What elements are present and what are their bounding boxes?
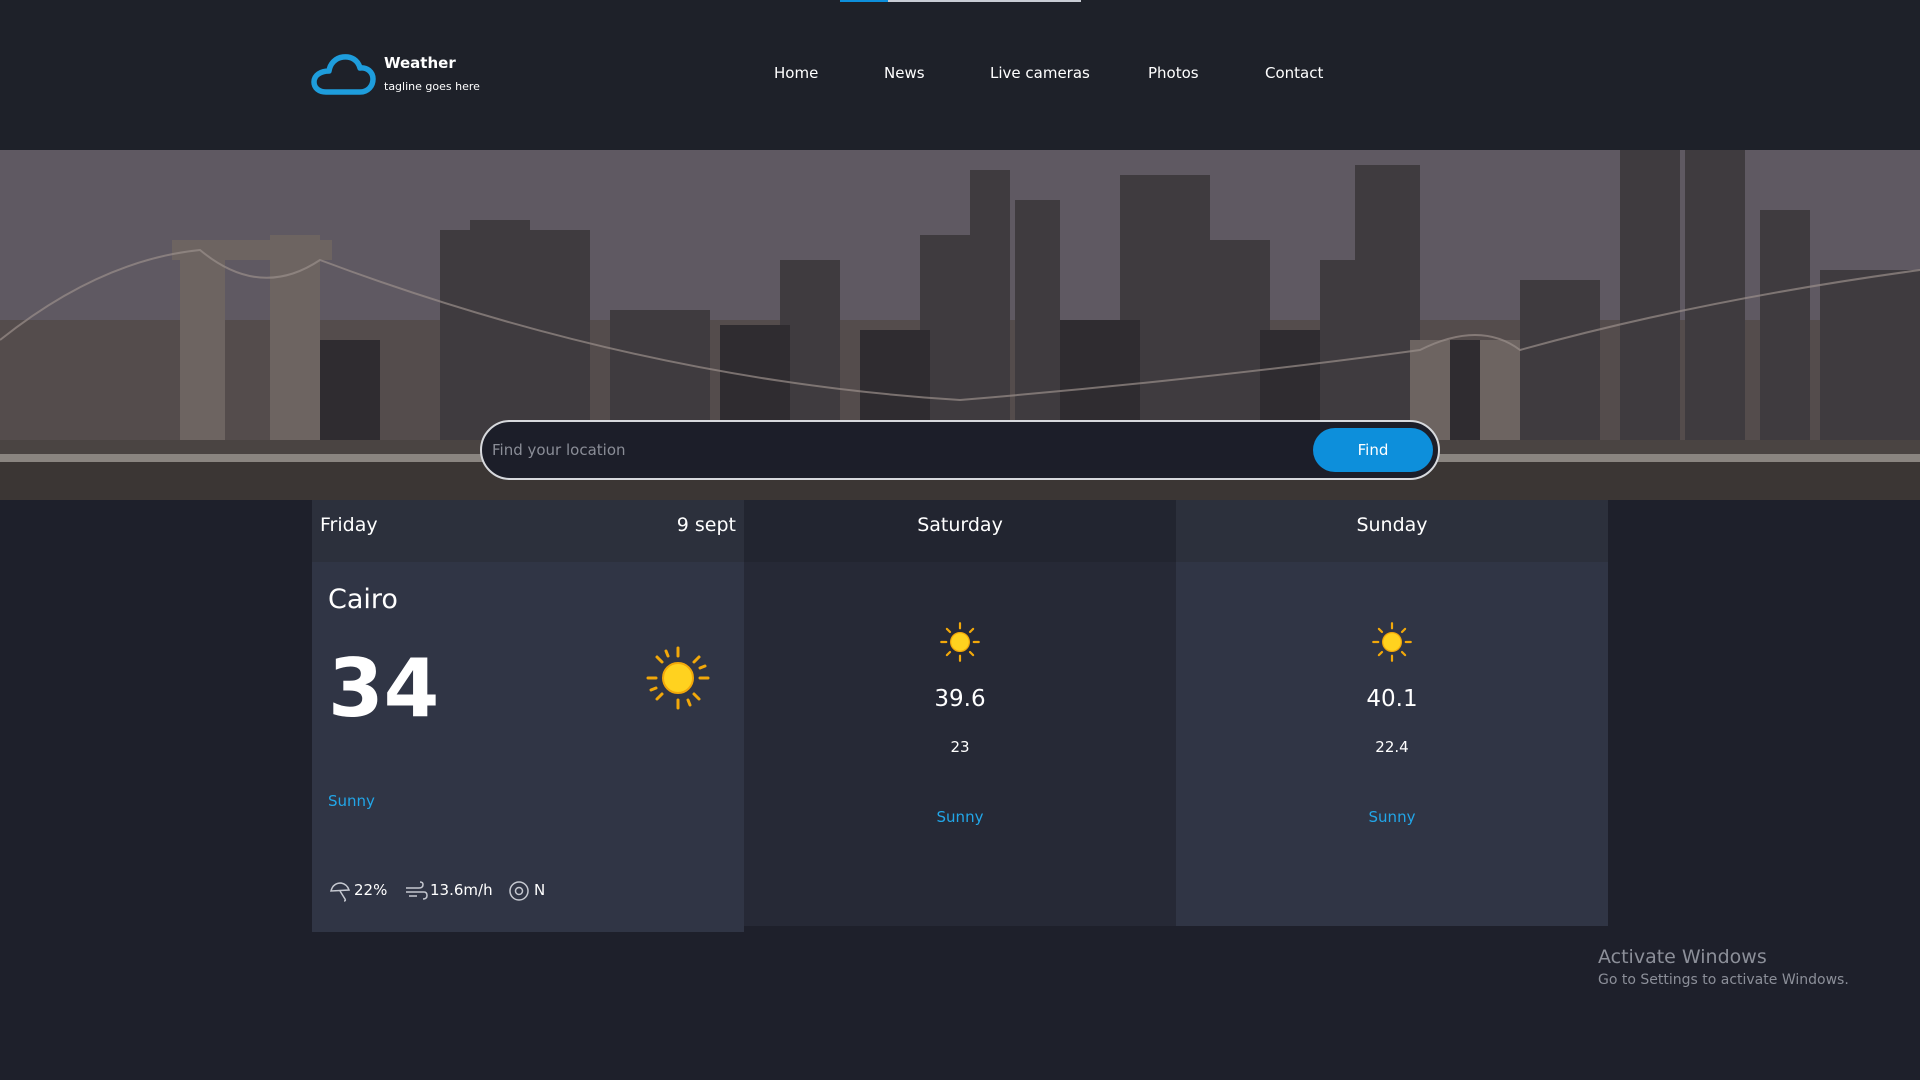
min-temperature: 23 [950, 738, 970, 756]
watermark-subtitle: Go to Settings to activate Windows. [1598, 972, 1849, 988]
card-header: Friday 9 sept [312, 500, 744, 562]
card-body: 40.1 22.4 Sunny [1176, 562, 1608, 926]
condition-label: Sunny [328, 792, 375, 810]
card-body: Cairo 34 Sunny 22% 13.6m/h N [312, 562, 744, 932]
condition-label: Sunny [1368, 808, 1416, 826]
day-name: Sunday [1356, 514, 1428, 536]
sun-icon [1372, 622, 1412, 662]
forecast-card-day-3: Sunday 40.1 22.4 Sunny [1176, 500, 1608, 926]
card-header: Saturday [744, 500, 1176, 562]
location-search-input[interactable] [492, 430, 1292, 470]
max-temperature: 39.6 [934, 686, 986, 712]
max-temperature: 40.1 [1366, 686, 1418, 712]
forecast-panel: Friday 9 sept Cairo 34 Sunny 22% 13.6m/h… [312, 500, 1608, 932]
activate-windows-watermark: Activate Windows Go to Settings to activ… [1598, 946, 1849, 988]
watermark-title: Activate Windows [1598, 946, 1767, 968]
main-nav: Home News Live cameras Photos Contact [0, 64, 1920, 88]
current-temperature: 34 [328, 642, 440, 735]
forecast-card-day-2: Saturday 39.6 23 Sunny [744, 500, 1176, 926]
find-button[interactable]: Find [1313, 428, 1433, 472]
day-name: Friday [320, 514, 378, 536]
condition-label: Sunny [936, 808, 984, 826]
wind-icon [406, 881, 428, 900]
nav-home[interactable]: Home [774, 64, 818, 82]
hero-banner: Find [0, 150, 1920, 500]
wind-direction-value: N [534, 881, 546, 899]
humidity-value: 22% [354, 881, 388, 899]
nav-news[interactable]: News [884, 64, 925, 82]
compass-icon [509, 881, 529, 901]
nav-live-cameras[interactable]: Live cameras [990, 64, 1090, 82]
umbrella-icon [330, 882, 351, 902]
site-header: Weather tagline goes here Home News Live… [0, 0, 1920, 150]
search-bar: Find [480, 420, 1440, 480]
sun-icon [646, 646, 710, 710]
card-header: Sunday [1176, 500, 1608, 562]
min-temperature: 22.4 [1375, 738, 1409, 756]
forecast-card-today: Friday 9 sept Cairo 34 Sunny 22% 13.6m/h… [312, 500, 744, 932]
day-name: Saturday [917, 514, 1003, 536]
card-body: 39.6 23 Sunny [744, 562, 1176, 926]
wind-speed-value: 13.6m/h [430, 881, 493, 899]
nav-contact[interactable]: Contact [1265, 64, 1323, 82]
date-label: 9 sept [676, 514, 736, 536]
sun-icon [940, 622, 980, 662]
nav-photos[interactable]: Photos [1148, 64, 1199, 82]
city-name: Cairo [328, 584, 398, 615]
weather-stats: 22% 13.6m/h N [328, 878, 728, 904]
top-accent-active [840, 0, 888, 2]
